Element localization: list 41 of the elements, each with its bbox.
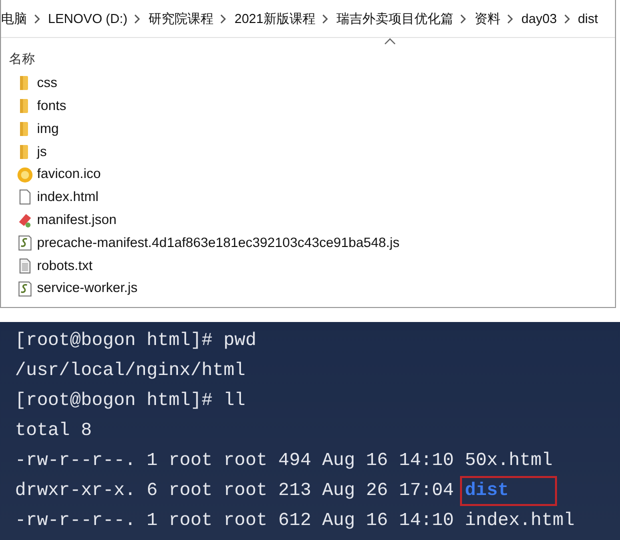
text-file-icon [17,258,33,274]
breadcrumb-item[interactable]: day03 [521,8,557,28]
chevron-icon [134,14,142,24]
file-name[interactable]: index.html [37,187,99,208]
eraser-icon [17,212,33,228]
file-name: index.html [464,510,575,533]
chevron-icon [220,14,228,24]
script-file-icon [17,280,33,297]
breadcrumb-item[interactable]: 资料 [474,8,500,28]
file-name[interactable]: fonts [37,96,66,116]
file-name[interactable]: precache-manifest.4d1af863e181ec392103c43ce91ba548.js [37,232,400,254]
breadcrumb-item[interactable]: 研究院课程 [148,8,214,28]
terminal-line: -rw-r--r--. 1 root root 612 Aug 16 14:10 [15,510,454,533]
file-name[interactable]: img [37,118,59,140]
file-name[interactable]: css [37,73,58,94]
chevron-icon [564,14,571,24]
breadcrumb-item[interactable]: 瑞吉外卖项目优化篇 [336,8,454,28]
file-name: 50x.html [464,450,553,473]
script-file-icon [17,234,33,251]
terminal-line: total 8 [15,420,92,443]
directory-name: dist [460,476,557,506]
chevron-icon [34,14,41,24]
chevron-icon [322,14,330,24]
file-name[interactable]: service-worker.js [37,278,138,299]
file-name[interactable]: robots.txt [37,256,93,276]
terminal-line: -rw-r--r--. 1 root root 494 Aug 16 14:10 [15,450,454,473]
file-icon [17,189,33,206]
terminal-line: [root@bogon html]# pwd [15,330,256,353]
breadcrumb-item[interactable]: 2021新版课程 [234,8,316,28]
file-name[interactable]: favicon.ico [37,164,101,185]
breadcrumb-item[interactable]: dist [578,8,598,28]
breadcrumb-item[interactable]: LENOVO (D:) [48,8,128,28]
column-header[interactable]: 名称 [9,48,35,68]
terminal-line: drwxr-xr-x. 6 root root 213 Aug 26 17:04 [15,480,454,503]
terminal-line: [root@bogon html]# ll [15,390,246,413]
file-name[interactable]: js [37,142,47,162]
terminal-line: /usr/local/nginx/html [15,360,246,383]
chevron-icon [507,14,514,24]
file-name[interactable]: manifest.json [37,210,117,230]
breadcrumb-item[interactable]: 电脑 [1,8,27,28]
chevron-icon [460,14,468,24]
